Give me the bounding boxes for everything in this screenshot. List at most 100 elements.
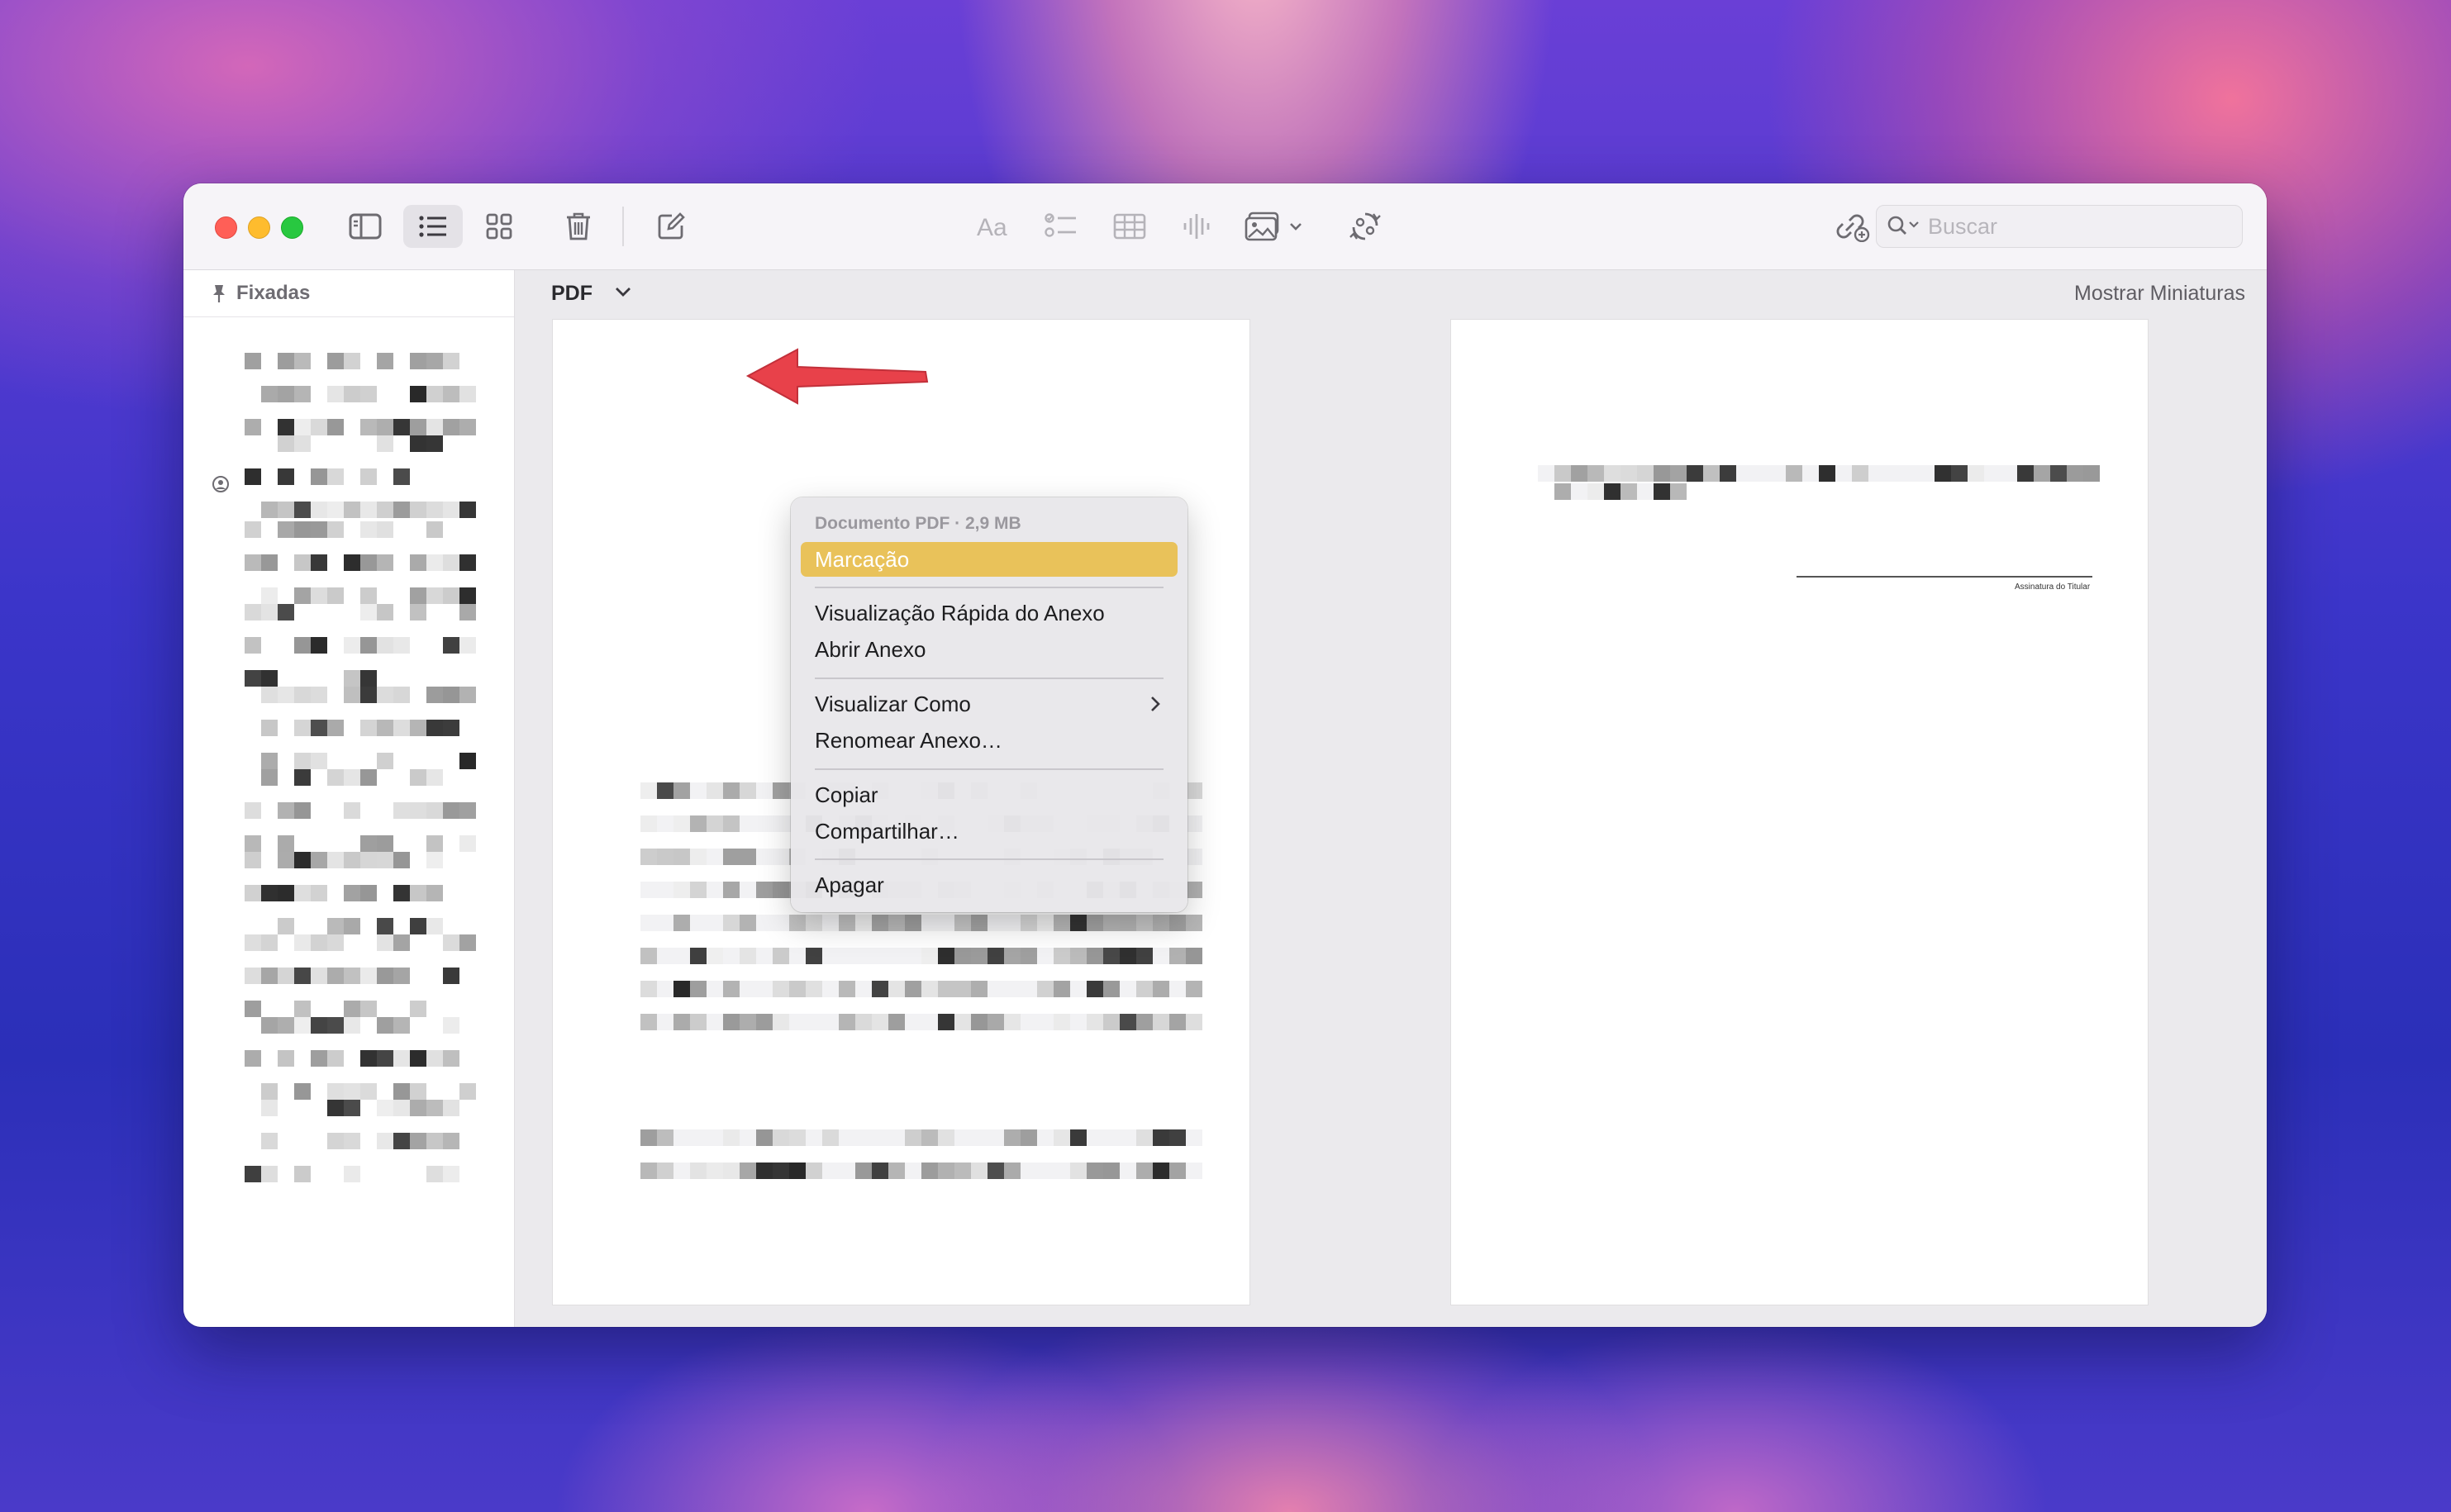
search-input[interactable]: Buscar bbox=[1928, 214, 1997, 240]
new-note-button[interactable] bbox=[646, 205, 696, 248]
add-link-button[interactable] bbox=[1828, 205, 1878, 248]
show-thumbnails-button[interactable]: Mostrar Miniaturas bbox=[2074, 282, 2245, 306]
search-icon bbox=[1887, 216, 1919, 235]
redacted-text-row bbox=[245, 1166, 493, 1182]
redacted-paragraph bbox=[1554, 483, 1687, 500]
close-window-button[interactable] bbox=[215, 216, 237, 239]
menu-item-quick-look[interactable]: Visualização Rápida do Anexo bbox=[801, 596, 1178, 630]
menu-item-label: Visualização Rápida do Anexo bbox=[815, 600, 1105, 625]
redacted-text-row bbox=[245, 1001, 493, 1017]
checklist-icon bbox=[1045, 213, 1076, 237]
sidebar-toggle-button[interactable] bbox=[340, 205, 390, 248]
collaborate-button[interactable] bbox=[1340, 205, 1390, 248]
sidebar-toggle-icon bbox=[349, 213, 382, 240]
media-icon bbox=[1245, 212, 1279, 241]
menu-item-label: Apagar bbox=[815, 872, 884, 897]
signature-label: Assinatura do Titular bbox=[2015, 582, 2091, 592]
gallery-view-button[interactable] bbox=[474, 205, 524, 248]
toolbar-separator bbox=[622, 207, 624, 246]
menu-item-markup[interactable]: Marcação bbox=[801, 542, 1178, 577]
redacted-text-row bbox=[245, 802, 493, 819]
attachment-bar: PDF Mostrar Miniaturas bbox=[515, 270, 2267, 316]
menu-item-label: Abrir Anexo bbox=[815, 636, 926, 662]
redacted-text-row bbox=[245, 468, 493, 485]
table-icon bbox=[1113, 213, 1146, 240]
menu-item-label: Renomear Anexo… bbox=[815, 727, 1002, 753]
note-list-item[interactable] bbox=[245, 435, 493, 535]
redacted-text-row bbox=[245, 670, 493, 687]
collaborate-icon bbox=[1349, 212, 1381, 240]
redacted-text-row bbox=[245, 852, 493, 868]
redacted-paragraph bbox=[1538, 465, 2100, 482]
add-link-icon bbox=[1836, 214, 1870, 242]
notes-window: Aa Buscar Fixadas PDF Mostrar Miniaturas… bbox=[183, 183, 2267, 1327]
redacted-text-row bbox=[245, 769, 493, 786]
search-field[interactable]: Buscar bbox=[1876, 205, 2243, 248]
media-button[interactable] bbox=[1245, 205, 1319, 248]
redacted-text-row bbox=[245, 918, 493, 934]
redacted-text-row bbox=[245, 502, 493, 518]
redacted-text-row bbox=[245, 1050, 493, 1067]
chevron-down-icon[interactable] bbox=[614, 285, 632, 298]
gallery-view-icon bbox=[486, 213, 512, 240]
checklist-button[interactable] bbox=[1036, 205, 1086, 248]
menu-separator bbox=[815, 768, 1164, 770]
zoom-window-button[interactable] bbox=[281, 216, 303, 239]
audio-waveform-icon bbox=[1183, 214, 1210, 239]
delete-note-button[interactable] bbox=[554, 205, 603, 248]
toolbar: Aa Buscar bbox=[183, 183, 2267, 270]
menu-item-label: Visualizar Como bbox=[815, 691, 971, 716]
menu-item-label: Copiar bbox=[815, 782, 878, 807]
compose-icon bbox=[658, 212, 685, 240]
list-view-icon bbox=[419, 216, 446, 237]
notes-sidebar: Fixadas bbox=[183, 270, 515, 1327]
audio-button[interactable] bbox=[1173, 205, 1222, 248]
pinned-label: Fixadas bbox=[236, 282, 311, 304]
signature-line bbox=[1797, 576, 2092, 578]
menu-item-view-as[interactable]: Visualizar Como bbox=[801, 687, 1178, 721]
redacted-text-row bbox=[245, 687, 493, 703]
attachment-type-label[interactable]: PDF bbox=[551, 282, 593, 306]
redacted-text-row bbox=[245, 1017, 493, 1034]
redacted-text-row bbox=[245, 554, 493, 571]
redacted-text-row bbox=[245, 934, 493, 951]
redacted-text-row bbox=[245, 353, 493, 369]
menu-item-copy[interactable]: Copiar bbox=[801, 777, 1178, 812]
menu-item-rename-attachment[interactable]: Renomear Anexo… bbox=[801, 723, 1178, 758]
chevron-down-icon bbox=[1290, 223, 1302, 231]
format-text-icon: Aa bbox=[977, 214, 1007, 239]
menu-item-open-attachment[interactable]: Abrir Anexo bbox=[801, 632, 1178, 667]
redacted-text-row bbox=[245, 604, 493, 620]
redacted-text-row bbox=[245, 521, 493, 538]
redacted-text-row bbox=[245, 637, 493, 654]
redacted-text-row bbox=[245, 720, 493, 736]
redacted-text-row bbox=[245, 835, 493, 852]
menu-item-share[interactable]: Compartilhar… bbox=[801, 814, 1178, 849]
table-button[interactable] bbox=[1105, 205, 1154, 248]
menu-header: Documento PDF · 2,9 MB bbox=[815, 514, 1021, 533]
pinned-section-header: Fixadas bbox=[183, 270, 514, 317]
menu-separator bbox=[815, 587, 1164, 588]
redacted-text-row bbox=[245, 1100, 493, 1116]
redacted-text-row bbox=[245, 435, 493, 452]
redacted-text-row bbox=[245, 753, 493, 769]
menu-separator bbox=[815, 858, 1164, 860]
minimize-window-button[interactable] bbox=[248, 216, 270, 239]
redacted-text-row bbox=[245, 1133, 493, 1149]
note-list-item[interactable] bbox=[245, 1100, 493, 1199]
menu-separator bbox=[815, 678, 1164, 679]
menu-item-label: Compartilhar… bbox=[815, 818, 959, 844]
pin-icon bbox=[213, 285, 225, 302]
redacted-text-row bbox=[245, 1083, 493, 1100]
menu-item-delete[interactable]: Apagar bbox=[801, 868, 1178, 902]
redacted-text-row bbox=[245, 587, 493, 604]
format-button[interactable]: Aa bbox=[969, 205, 1018, 248]
trash-icon bbox=[567, 212, 590, 240]
shared-note-icon bbox=[212, 476, 229, 492]
list-view-button[interactable] bbox=[403, 205, 463, 248]
redacted-text-row bbox=[245, 968, 493, 984]
menu-item-label: Marcação bbox=[815, 546, 910, 572]
redacted-paragraph bbox=[640, 1129, 1202, 1196]
redacted-text-row bbox=[245, 419, 493, 435]
svg-text:Aa: Aa bbox=[977, 214, 1007, 239]
